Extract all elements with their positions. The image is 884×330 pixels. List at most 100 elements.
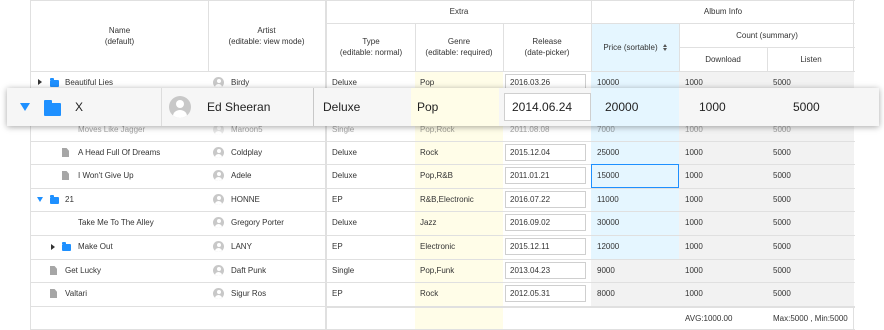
release-date-picker[interactable]: 2013.04.23	[505, 262, 586, 279]
summary-download: AVG:1000.00	[685, 313, 733, 323]
cell-listen: 5000	[773, 148, 791, 157]
header-release: Release (date-picker)	[524, 37, 570, 57]
dragged-download: 1000	[699, 100, 726, 114]
person-icon	[213, 241, 224, 252]
cell-price: 11000	[597, 195, 619, 204]
cell-listen: 5000	[773, 195, 791, 204]
dragged-name: X	[75, 100, 84, 114]
cell-download: 1000	[685, 148, 703, 157]
cell-genre[interactable]: Pop,Funk	[420, 259, 454, 282]
file-icon	[50, 289, 57, 298]
dragged-release-date-picker[interactable]: 2014.06.24	[504, 93, 591, 121]
cell-name: Get Lucky	[65, 266, 102, 275]
release-date-picker[interactable]: 2011.01.21	[505, 167, 586, 184]
folder-icon	[50, 195, 59, 204]
vertical-divider	[161, 88, 162, 126]
cell-listen: 5000	[773, 289, 791, 298]
cell-artist: LANY	[231, 242, 252, 251]
cell-artist: HONNE	[231, 195, 260, 204]
cell-download: 1000	[685, 195, 703, 204]
collapse-caret-icon[interactable]	[20, 103, 30, 111]
cell-name: Valtari	[65, 289, 88, 298]
cell-type[interactable]: Deluxe	[332, 141, 357, 164]
cell-type[interactable]: Single	[332, 259, 354, 282]
cell-genre[interactable]: Jazz	[420, 211, 436, 234]
person-icon	[213, 170, 224, 181]
cell-genre[interactable]: Electronic	[420, 235, 455, 258]
header-price[interactable]: Price (sortable)	[591, 23, 679, 71]
cell-type[interactable]: Deluxe	[332, 164, 357, 187]
header-download: Download	[705, 54, 741, 64]
cell-artist: Sigur Ros	[231, 289, 267, 298]
table-row[interactable]: A Head Full Of Dreams Coldplay Deluxe Ro…	[31, 141, 855, 164]
cell-download: 1000	[685, 171, 703, 180]
cell-name: 21	[65, 195, 74, 204]
cell-name: Take Me To The Alley	[78, 218, 154, 227]
folder-icon	[44, 103, 61, 116]
cell-name: A Head Full Of Dreams	[78, 148, 161, 157]
header-album-info: Album Info	[703, 7, 743, 16]
cell-genre[interactable]: Pop,R&B	[420, 164, 453, 187]
cell-listen: 5000	[773, 266, 791, 275]
cell-listen: 5000	[773, 218, 791, 227]
header-price-label: Price (sortable)	[603, 42, 658, 52]
person-icon	[213, 194, 224, 205]
cell-name: I Won't Give Up	[78, 171, 134, 180]
header-extra: Extra	[449, 7, 469, 16]
folder-icon	[62, 242, 71, 251]
dragged-artist: Ed Sheeran	[207, 100, 271, 114]
cell-download: 1000	[685, 242, 703, 251]
cell-type[interactable]: EP	[332, 188, 343, 211]
cell-price: 15000	[597, 171, 620, 180]
table-row[interactable]: Get Lucky Daft Punk Single Pop,Funk 2013…	[31, 259, 855, 282]
header-name: Name (default)	[104, 25, 135, 46]
cell-artist: Gregory Porter	[231, 218, 284, 227]
table-row[interactable]: 21 HONNE EP R&B,Electronic 2016.07.22 11…	[31, 188, 855, 211]
person-icon	[213, 265, 224, 276]
cell-name: Make Out	[78, 242, 113, 251]
cell-price: 25000	[597, 148, 620, 157]
folder-icon-tab	[44, 100, 52, 104]
sort-icon[interactable]	[662, 43, 667, 51]
summary-listen: Max:5000 , Min:5000	[773, 313, 848, 323]
cell-genre[interactable]: R&B,Electronic	[420, 188, 474, 211]
release-date-picker[interactable]: 2016.07.22	[505, 191, 586, 208]
collapse-caret-icon[interactable]	[37, 197, 43, 202]
cell-download: 1000	[685, 266, 703, 275]
dragged-listen: 5000	[793, 100, 820, 114]
table-row[interactable]: I Won't Give Up Adele Deluxe Pop,R&B 201…	[31, 164, 855, 188]
header-type: Type (editable: normal)	[339, 37, 403, 57]
dragged-price: 20000	[605, 100, 639, 114]
cell-type[interactable]: Deluxe	[332, 211, 357, 234]
cell-price: 30000	[597, 218, 620, 227]
table-row[interactable]: Valtari Sigur Ros EP Rock 2012.05.31 800…	[31, 282, 855, 306]
release-date-picker[interactable]: 2012.05.31	[505, 285, 586, 302]
release-date-picker[interactable]: 2016.09.02	[505, 214, 586, 231]
file-icon	[62, 148, 69, 157]
table-row[interactable]: Take Me To The Alley Gregory Porter Delu…	[31, 211, 855, 235]
expand-caret-icon[interactable]	[38, 79, 42, 85]
release-date-picker[interactable]: 2015.12.04	[505, 144, 586, 161]
cell-type[interactable]: EP	[332, 235, 343, 258]
cell-download: 1000	[685, 289, 703, 298]
cell-price: 8000	[597, 289, 615, 298]
folder-icon	[50, 78, 59, 87]
person-icon	[213, 288, 224, 299]
vertical-divider	[313, 88, 314, 126]
cell-genre[interactable]: Rock	[420, 141, 438, 164]
cell-artist: Adele	[231, 171, 252, 180]
dragged-type: Deluxe	[323, 100, 361, 114]
cell-price: 12000	[597, 242, 620, 251]
dragged-row[interactable]: X Ed Sheeran Deluxe Pop 2014.06.24 20000…	[7, 88, 879, 126]
summary-row: AVG:1000.00 Max:5000 , Min:5000	[31, 307, 855, 329]
header-genre: Genre (editable: required)	[425, 37, 493, 57]
cell-genre[interactable]: Rock	[420, 282, 438, 305]
release-date-picker[interactable]: 2015.12.11	[505, 238, 586, 255]
cell-artist: Daft Punk	[231, 266, 267, 275]
tree-grid: Name (default) Artist (editable: view mo…	[30, 0, 855, 330]
expand-caret-icon[interactable]	[51, 244, 55, 250]
cell-listen: 5000	[773, 171, 791, 180]
table-row[interactable]: Make Out LANY EP Electronic 2015.12.11 1…	[31, 235, 855, 259]
dragged-genre: Pop	[417, 100, 439, 114]
cell-type[interactable]: EP	[332, 282, 343, 305]
